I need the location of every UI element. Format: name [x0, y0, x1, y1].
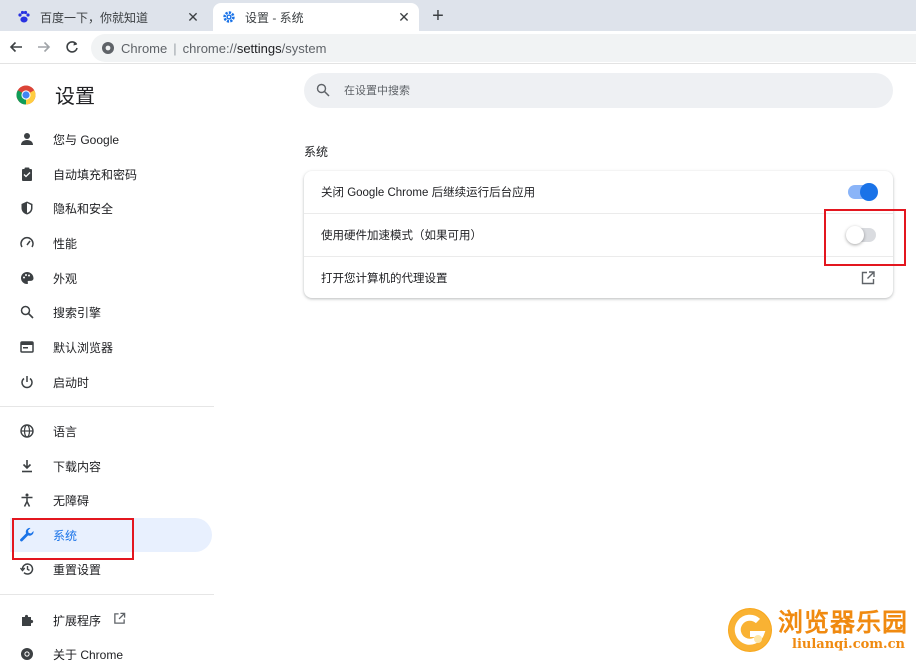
- sidebar-item-autofill[interactable]: 自动填充和密码: [10, 157, 212, 191]
- reload-icon[interactable]: [62, 37, 82, 57]
- search-input[interactable]: [344, 84, 844, 97]
- search-icon: [316, 83, 332, 99]
- accessibility-icon: [18, 491, 36, 509]
- sidebar-item-appearance[interactable]: 外观: [10, 261, 212, 295]
- sidebar-item-accessibility[interactable]: 无障碍: [10, 483, 212, 517]
- section-title: 系统: [304, 145, 329, 159]
- watermark-logo: 浏览器乐园 liulanqi.com.cn: [728, 608, 908, 652]
- sidebar-item-extensions[interactable]: 扩展程序: [10, 603, 212, 637]
- sidebar-item-label: 启动时: [53, 375, 90, 390]
- watermark-url: liulanqi.com.cn: [792, 636, 905, 652]
- settings-gear-icon: [221, 9, 237, 25]
- highlight-box-system: [12, 518, 134, 560]
- shield-icon: [18, 199, 36, 217]
- external-link-icon: [113, 612, 126, 628]
- sidebar-item-label: 无障碍: [53, 493, 90, 508]
- settings-search[interactable]: [304, 73, 893, 108]
- sidebar-item-privacy[interactable]: 隐私和安全: [10, 191, 212, 225]
- address-url: chrome://settings/system: [182, 40, 327, 56]
- watermark-title: 浏览器乐园: [778, 607, 909, 637]
- setting-label: 关闭 Google Chrome 后继续运行后台应用: [321, 187, 536, 199]
- baidu-paw-icon: [16, 9, 32, 25]
- setting-label: 使用硬件加速模式（如果可用）: [321, 229, 482, 242]
- address-bar[interactable]: Chrome | chrome://settings/system: [91, 34, 916, 62]
- sidebar-divider: [0, 594, 214, 595]
- sidebar-item-you-and-google[interactable]: 您与 Google: [10, 122, 212, 156]
- chrome-logo-icon: [16, 85, 36, 105]
- globe-icon: [18, 422, 36, 440]
- tab-baidu[interactable]: 百度一下，你就知道 ✕: [8, 3, 208, 31]
- person-icon: [18, 130, 36, 148]
- sidebar-item-default-browser[interactable]: 默认浏览器: [10, 330, 212, 364]
- watermark-badge-icon: [728, 608, 772, 652]
- sidebar-item-performance[interactable]: 性能: [10, 226, 212, 260]
- browser-window-icon: [18, 338, 36, 356]
- sidebar-item-label: 自动填充和密码: [53, 167, 138, 182]
- sidebar-item-label: 外观: [53, 271, 78, 286]
- chrome-logo-icon: [18, 645, 36, 663]
- sidebar-item-on-startup[interactable]: 启动时: [10, 365, 212, 399]
- sidebar-item-label: 您与 Google: [53, 132, 120, 147]
- sidebar-item-about-chrome[interactable]: 关于 Chrome: [10, 637, 212, 671]
- close-icon[interactable]: ✕: [184, 8, 202, 26]
- sidebar-item-label: 下载内容: [53, 459, 102, 474]
- new-tab-button[interactable]: +: [427, 5, 449, 27]
- sidebar-item-label: 性能: [53, 236, 78, 251]
- address-host: Chrome: [121, 40, 168, 56]
- puzzle-icon: [18, 611, 36, 629]
- system-settings-card: 关闭 Google Chrome 后继续运行后台应用 使用硬件加速模式（如果可用…: [304, 171, 893, 298]
- address-separator: |: [173, 40, 177, 56]
- page-title: 设置: [55, 86, 95, 108]
- toolbar: Chrome | chrome://settings/system: [0, 31, 916, 64]
- sidebar-item-label: 搜索引擎: [53, 305, 102, 320]
- sidebar-item-label: 默认浏览器: [53, 340, 114, 355]
- settings-header: 设置: [16, 80, 95, 109]
- tab-title: 设置 - 系统: [245, 10, 304, 25]
- sidebar-item-languages[interactable]: 语言: [10, 414, 212, 448]
- external-link-icon[interactable]: [861, 270, 875, 285]
- background-apps-toggle[interactable]: [848, 183, 878, 201]
- toggle-knob: [860, 183, 878, 201]
- setting-row-hardware-acceleration[interactable]: 使用硬件加速模式（如果可用）: [304, 213, 893, 255]
- sidebar-item-downloads[interactable]: 下载内容: [10, 449, 212, 483]
- speedometer-icon: [18, 234, 36, 252]
- sidebar-item-search-engine[interactable]: 搜索引擎: [10, 295, 212, 329]
- sidebar-item-label: 扩展程序: [53, 613, 102, 628]
- setting-row-proxy[interactable]: 打开您计算机的代理设置: [304, 256, 893, 298]
- search-icon: [18, 303, 36, 321]
- highlight-box-toggle: [824, 209, 906, 266]
- back-arrow-icon[interactable]: [6, 37, 26, 57]
- setting-row-background-apps[interactable]: 关闭 Google Chrome 后继续运行后台应用: [304, 171, 893, 213]
- sidebar-item-label: 重置设置: [53, 562, 102, 577]
- chrome-site-icon: [101, 41, 115, 55]
- setting-label: 打开您计算机的代理设置: [321, 272, 448, 285]
- forward-arrow-icon[interactable]: [34, 37, 54, 57]
- sidebar-item-label: 语言: [53, 424, 78, 439]
- clipboard-icon: [18, 165, 36, 183]
- power-icon: [18, 373, 36, 391]
- tab-strip: 百度一下，你就知道 ✕ 设置 - 系统 ✕ +: [0, 0, 916, 31]
- sidebar-item-label: 隐私和安全: [53, 201, 114, 216]
- palette-icon: [18, 269, 36, 287]
- sidebar-divider: [0, 406, 214, 407]
- close-icon[interactable]: ✕: [395, 8, 413, 26]
- tab-title: 百度一下，你就知道: [40, 10, 149, 25]
- history-icon: [18, 560, 36, 578]
- download-icon: [18, 457, 36, 475]
- tab-settings[interactable]: 设置 - 系统 ✕: [213, 3, 419, 31]
